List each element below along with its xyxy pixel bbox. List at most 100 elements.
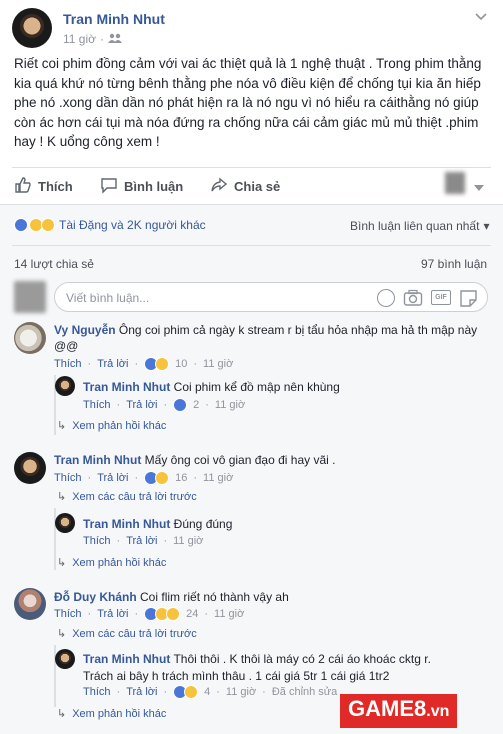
comment-sort-label: Bình luận liên quan nhất <box>350 219 480 233</box>
comment-like-link[interactable]: Thích <box>54 472 82 484</box>
reply-avatar[interactable] <box>55 649 75 669</box>
sticker-icon[interactable] <box>459 289 478 311</box>
reply-meta: Thích · Trả lời · 11 giờ <box>83 535 204 547</box>
comment-button[interactable]: Bình luận <box>100 176 183 197</box>
reactions-summary[interactable]: Tài Đặng và 2K người khác <box>14 218 206 232</box>
reply-body: Tran Minh Nhut Coi phim kể đồ mập nên kh… <box>83 379 340 395</box>
gif-icon[interactable]: GIF <box>431 290 451 305</box>
comment-reaction-count: 24 <box>186 608 199 620</box>
reply-arrow-icon: ↳ <box>57 420 67 432</box>
comment-author[interactable]: Đỗ Duy Khánh <box>54 590 137 604</box>
love-reaction-icon <box>41 218 55 232</box>
thumbs-up-icon <box>14 176 32 197</box>
comment-reply-link[interactable]: Trả lời <box>97 608 128 620</box>
comment-avatar[interactable] <box>14 322 46 354</box>
reply-meta: Thích · Trả lời · 2 · 11 giờ <box>83 398 246 412</box>
reply-body: Tran Minh Nhut Đúng đúng <box>83 516 232 532</box>
post-content: Riết coi phim đồng cảm với vai ác thiệt … <box>14 56 482 149</box>
comments-count[interactable]: 97 bình luận <box>421 257 487 271</box>
comment-reply-link[interactable]: Trả lời <box>97 472 128 484</box>
reply-text: Đúng đúng <box>173 517 233 531</box>
view-previous-replies-label[interactable]: Xem các câu trả lời trước <box>72 628 197 640</box>
view-more-replies-label[interactable]: Xem phản hồi khác <box>72 420 166 432</box>
comment-like-link[interactable]: Thích <box>54 358 82 370</box>
view-previous-replies-label[interactable]: Xem các câu trả lời trước <box>72 491 197 503</box>
viewer-avatar-small[interactable] <box>445 172 465 194</box>
reply-reaction-count: 4 <box>204 686 211 698</box>
like-reaction-icon <box>173 398 188 412</box>
reply-avatar[interactable] <box>55 376 75 396</box>
comment-avatar[interactable] <box>14 588 46 620</box>
reply-reactions[interactable] <box>173 685 199 699</box>
comment-time[interactable]: 11 giờ <box>203 358 233 370</box>
reply-like-link[interactable]: Thích <box>83 686 111 698</box>
comment-avatar[interactable] <box>14 452 46 484</box>
post-author-avatar[interactable] <box>12 8 52 48</box>
post-dot: · <box>100 32 104 46</box>
comment-label: Bình luận <box>124 179 184 194</box>
reply-author[interactable]: Tran Minh Nhut <box>83 517 170 531</box>
view-more-replies-label[interactable]: Xem phản hồi khác <box>72 557 166 569</box>
comment-time[interactable]: 11 giờ <box>214 608 244 620</box>
comment-input[interactable]: Viết bình luận... <box>66 291 149 305</box>
watermark-suffix: .vn <box>426 703 450 720</box>
reply-reaction-count: 2 <box>193 399 200 411</box>
post-time[interactable]: 11 giờ · <box>63 32 122 46</box>
reply-reply-link[interactable]: Trả lời <box>126 535 157 547</box>
view-more-replies[interactable]: ↳ Xem phản hồi khác <box>57 419 166 433</box>
reply-body: Tran Minh Nhut Thôi thôi . K thôi là máy… <box>83 651 453 685</box>
post-author-name[interactable]: Tran Minh Nhut <box>63 11 165 27</box>
view-more-replies[interactable]: ↳ Xem phản hồi khác <box>57 556 166 570</box>
comment-reply-link[interactable]: Trả lời <box>97 358 128 370</box>
reactions-summary-text[interactable]: Tài Đặng và 2K người khác <box>59 218 206 232</box>
chevron-down-icon[interactable] <box>474 181 484 195</box>
comment-sort-dropdown[interactable]: Bình luận liên quan nhất ▾ <box>350 219 489 233</box>
reply-time[interactable]: 11 giờ <box>215 399 245 411</box>
comment-text: Ông coi phim cả ngày k stream r bị tẩu h… <box>54 323 478 353</box>
reply-like-link[interactable]: Thích <box>83 535 111 547</box>
shares-count[interactable]: 14 lượt chia sẻ <box>14 257 94 271</box>
reply-reply-link[interactable]: Trả lời <box>126 399 157 411</box>
comment-meta: Thích · Trả lời · 24 · 11 giờ <box>54 607 245 621</box>
reply-reply-link[interactable]: Trả lời <box>126 686 157 698</box>
reply-arrow-icon: ↳ <box>57 628 67 640</box>
composer-avatar <box>14 281 46 313</box>
comment-text: Coi flim riết nó thành vậy ah <box>140 590 289 604</box>
reply-avatar[interactable] <box>55 513 75 533</box>
post-options-chevron-icon[interactable] <box>475 10 487 24</box>
comment-meta: Thích · Trả lời · 16 · 11 giờ <box>54 471 234 485</box>
view-more-replies-label[interactable]: Xem phản hồi khác <box>72 708 166 720</box>
comment-body: Tran Minh Nhut Mấy ông coi vô gian đạo đ… <box>54 452 484 468</box>
comment-reactions[interactable] <box>144 471 170 485</box>
comment-input-box[interactable]: Viết bình luận... GIF <box>54 282 488 312</box>
reply-edited[interactable]: Đã chỉnh sửa <box>272 686 337 698</box>
speech-bubble-icon <box>100 176 118 197</box>
comment-reactions[interactable] <box>144 607 181 621</box>
post-time-text: 11 giờ <box>63 32 96 46</box>
haha-reaction-icon <box>155 357 170 371</box>
reply-author[interactable]: Tran Minh Nhut <box>83 652 170 666</box>
comment-body: Đỗ Duy Khánh Coi flim riết nó thành vậy … <box>54 589 484 605</box>
like-label: Thích <box>38 179 73 194</box>
view-more-replies[interactable]: ↳ Xem phản hồi khác <box>57 707 166 721</box>
view-previous-replies[interactable]: ↳ Xem các câu trả lời trước <box>57 627 197 641</box>
reply-time[interactable]: 11 giờ <box>173 535 203 547</box>
comment-author[interactable]: Tran Minh Nhut <box>54 453 141 467</box>
comment-author[interactable]: Vy Nguyễn <box>54 323 116 337</box>
camera-icon[interactable] <box>403 289 423 310</box>
share-button[interactable]: Chia sẻ <box>210 176 280 197</box>
comment-reactions[interactable] <box>144 357 170 371</box>
reply-reactions[interactable] <box>173 398 188 412</box>
emoji-icon[interactable] <box>377 289 395 307</box>
like-button[interactable]: Thích <box>14 176 73 197</box>
view-previous-replies[interactable]: ↳ Xem các câu trả lời trước <box>57 490 197 504</box>
reply-arrow-icon: ↳ <box>57 708 67 720</box>
reply-like-link[interactable]: Thích <box>83 399 111 411</box>
comment-time[interactable]: 11 giờ <box>203 472 233 484</box>
comment-like-link[interactable]: Thích <box>54 608 82 620</box>
game8-watermark-logo: GAME8 .vn <box>340 694 458 728</box>
wow-reaction-icon <box>166 607 181 621</box>
reply-author[interactable]: Tran Minh Nhut <box>83 380 170 394</box>
reply-time[interactable]: 11 giờ <box>226 686 256 698</box>
comment-reaction-count: 16 <box>175 472 188 484</box>
